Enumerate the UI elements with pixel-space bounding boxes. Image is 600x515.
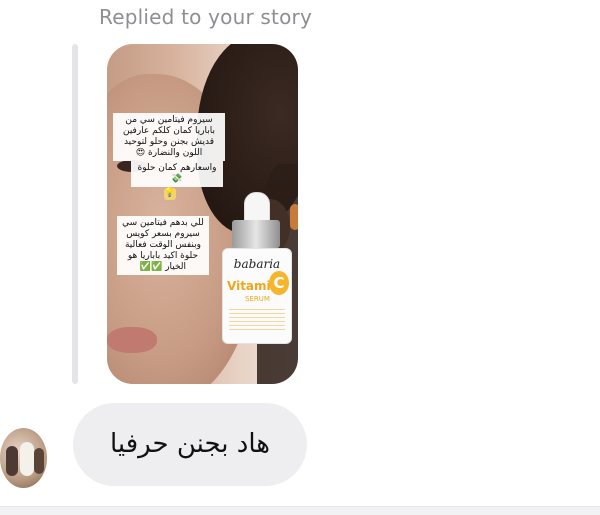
reply-quote-bar	[72, 44, 78, 384]
message-bubble[interactable]: هاد بجنن حرفيا	[73, 403, 307, 486]
serum-bottle-image: babaria Vitamin C SERUM	[220, 192, 292, 344]
product-tag: SERUM	[245, 295, 270, 303]
sender-avatar[interactable]	[0, 428, 47, 488]
story-lips-image	[107, 327, 157, 353]
bottle-label: babaria Vitamin C SERUM	[222, 248, 292, 344]
story-caption-4: للي بدهم فيتامين سي سيروم بسعر كويس وبنف…	[117, 216, 209, 275]
label-small-print	[229, 309, 285, 331]
story-caption-1: سيروم فيتامين سي من باباريا كمان كلكم عا…	[113, 113, 225, 161]
avatar-person-1	[6, 446, 18, 476]
avatar-person-2	[20, 442, 34, 476]
story-caption-3: 💡	[164, 188, 176, 200]
message-text: هاد بجنن حرفيا	[109, 429, 270, 459]
story-caption-2: واسعارهم كمان حلوة 💸	[131, 161, 223, 187]
product-brand: babaria	[233, 257, 281, 271]
story-preview-thumbnail[interactable]: سيروم فيتامين سي من باباريا كمان كلكم عا…	[107, 44, 298, 384]
product-letter: C	[269, 271, 289, 295]
replied-to-story-label: Replied to your story	[99, 5, 312, 29]
avatar-person-3	[34, 448, 44, 474]
dropper-collar	[232, 220, 280, 248]
